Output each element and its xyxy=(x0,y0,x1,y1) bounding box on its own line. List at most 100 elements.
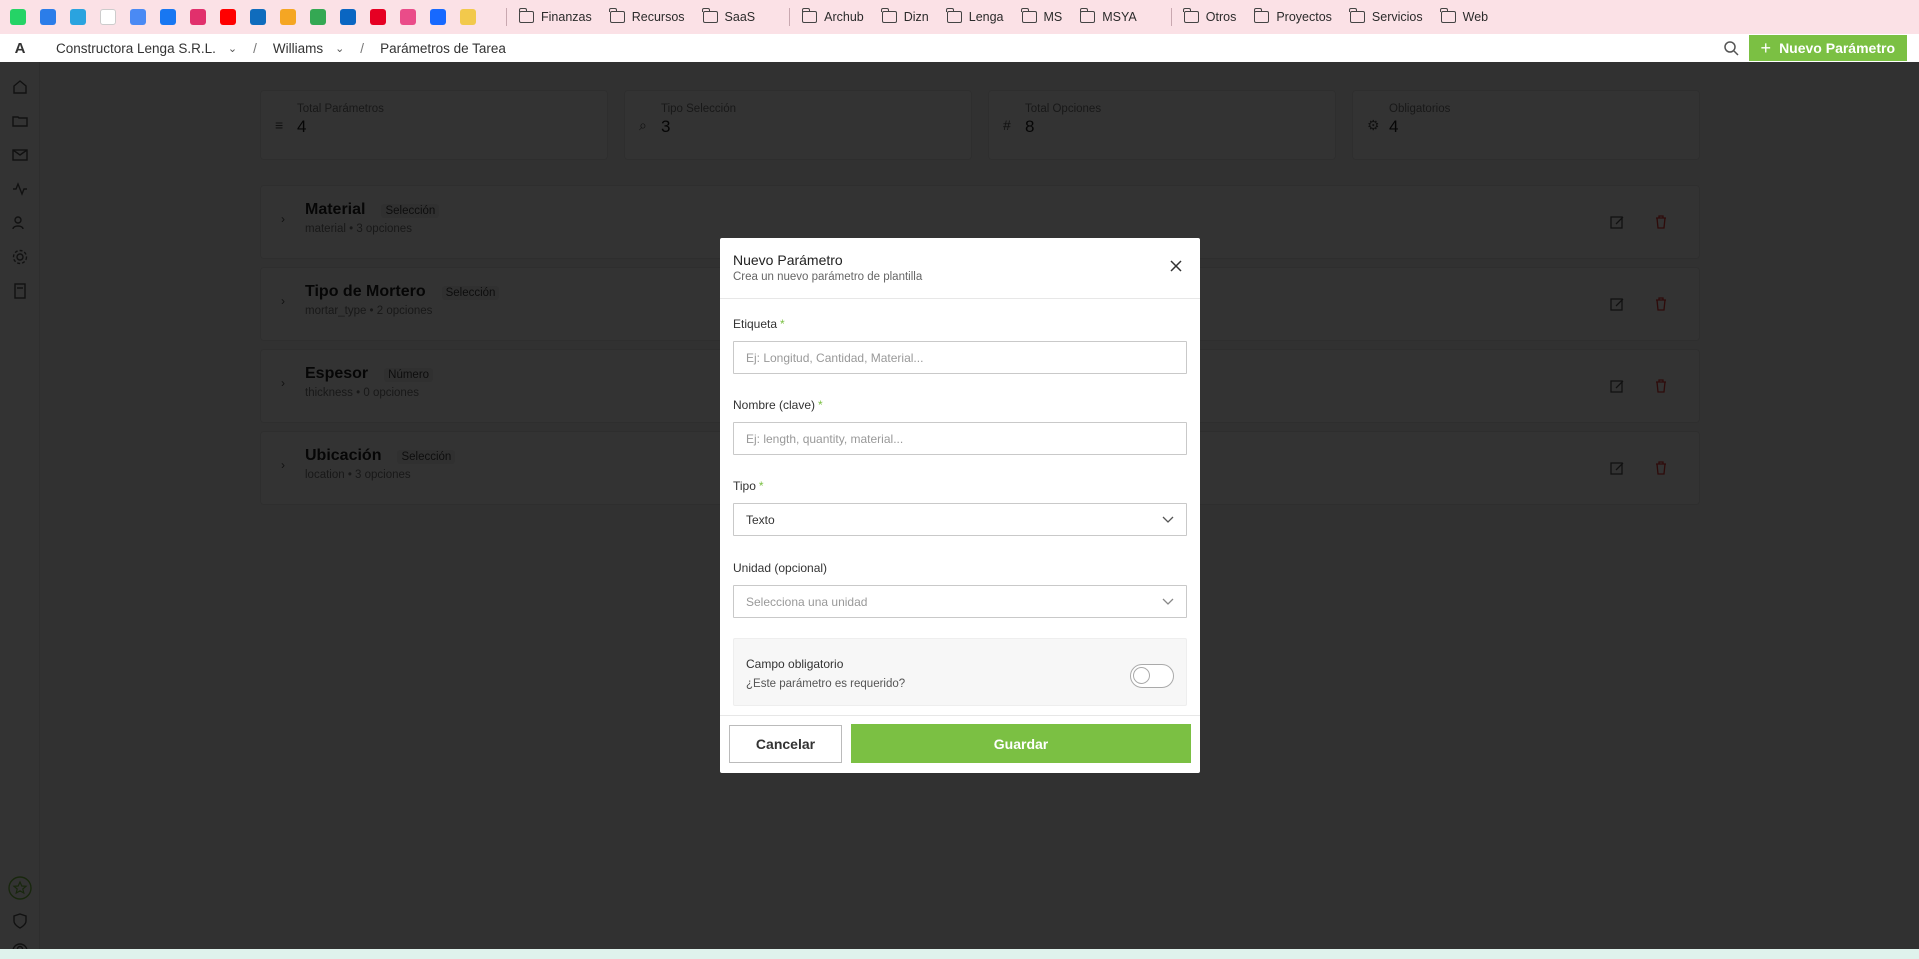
type-select[interactable]: Texto xyxy=(733,503,1187,536)
key-field: Nombre (clave) * Ej: length, quantity, ma… xyxy=(733,398,1187,455)
folder-icon xyxy=(881,8,897,23)
label-field-text: Etiqueta xyxy=(733,317,778,331)
telegram-icon[interactable] xyxy=(70,9,86,25)
plus-icon: + xyxy=(1760,37,1772,58)
required-toggle-subtitle: ¿Este parámetro es requerido? xyxy=(746,678,906,690)
taskbar-strip xyxy=(0,949,1919,959)
close-icon[interactable] xyxy=(1170,260,1182,272)
chevron-down-icon: ⌄ xyxy=(335,42,345,55)
breadcrumb-separator: / xyxy=(360,40,365,56)
breadcrumb-page: Parámetros de Tarea xyxy=(380,40,506,56)
dialog-title: Nuevo Parámetro xyxy=(733,252,843,268)
instagram-icon[interactable] xyxy=(190,9,206,25)
chevron-down-icon xyxy=(1162,598,1174,605)
facebook-icon[interactable] xyxy=(160,9,176,25)
breadcrumb-project[interactable]: Williams ⌄ xyxy=(273,41,344,56)
required-mark: * xyxy=(818,398,823,412)
youtube-icon[interactable] xyxy=(220,9,236,25)
bookmark-folder-group: Archub Dizn Lenga MS MSYA xyxy=(801,8,1155,24)
type-field: Tipo * Texto xyxy=(733,479,1187,536)
behance-icon[interactable] xyxy=(430,9,446,25)
breadcrumb-organization[interactable]: Constructora Lenga S.R.L. ⌄ xyxy=(56,41,237,56)
new-parameter-button[interactable]: + Nuevo Parámetro xyxy=(1748,35,1907,61)
bookmark-folder-label: Finanzas xyxy=(541,10,592,24)
bookmark-folder[interactable]: Proyectos xyxy=(1253,8,1332,24)
dialog-footer: Cancelar Guardar xyxy=(720,715,1200,773)
key-input[interactable]: Ej: length, quantity, material... xyxy=(733,422,1187,455)
unit-select-placeholder: Selecciona una unidad xyxy=(746,594,868,609)
bookmark-folder[interactable]: Archub xyxy=(801,8,864,24)
unit-field-label: Unidad (opcional) xyxy=(733,561,828,575)
bookmark-folder-label: Recursos xyxy=(631,10,685,24)
bookmark-folder-group: Otros Proyectos Servicios Web xyxy=(1183,8,1506,24)
bookmarks-bar: Finanzas Recursos SaaS Archub Dizn Lenga MS MS… xyxy=(0,0,1919,34)
food-app-icon[interactable] xyxy=(460,9,476,25)
bookmark-folder[interactable]: Recursos xyxy=(609,8,685,24)
key-field-text: Nombre (clave) xyxy=(733,398,816,412)
required-mark: * xyxy=(780,317,785,331)
folder-icon xyxy=(1349,8,1365,23)
google-icon[interactable] xyxy=(100,9,116,25)
bookmark-folder[interactable]: Otros xyxy=(1183,8,1237,24)
google-drive-icon[interactable] xyxy=(310,9,326,25)
folder-icon xyxy=(1253,8,1270,23)
bookmark-folder[interactable]: MS xyxy=(1021,8,1063,24)
bookmark-folder[interactable]: Web xyxy=(1440,8,1489,24)
bookmark-folder-label: MS xyxy=(1043,10,1063,24)
folder-icon xyxy=(946,8,962,23)
app-logo[interactable]: A xyxy=(0,40,40,57)
search-icon[interactable] xyxy=(1723,40,1739,56)
bookmark-folder-group: Finanzas Recursos SaaS xyxy=(518,8,773,24)
label-input[interactable]: Ej: Longitud, Cantidad, Material... xyxy=(733,341,1187,374)
bookmark-folder-label: Servicios xyxy=(1371,10,1423,24)
folder-icon xyxy=(702,8,718,23)
bookmark-folder-label: SaaS xyxy=(724,10,756,24)
tasks-icon[interactable] xyxy=(280,9,296,25)
bookmark-folder[interactable]: MSYA xyxy=(1079,8,1137,24)
unit-field: Unidad (opcional) Selecciona una unidad xyxy=(733,561,1187,618)
bookmark-folder[interactable]: Finanzas xyxy=(518,8,592,24)
save-button[interactable]: Guardar xyxy=(851,724,1191,763)
onedrive-icon[interactable] xyxy=(250,9,266,25)
bookmark-folder-label: Web xyxy=(1462,10,1489,24)
required-toggle-row: Campo obligatorio ¿Este parámetro es req… xyxy=(733,638,1187,706)
new-parameter-dialog: Nuevo Parámetro Crea un nuevo parámetro … xyxy=(720,238,1200,773)
cancel-button[interactable]: Cancelar xyxy=(729,725,842,763)
folder-icon xyxy=(1021,8,1037,23)
calendar-icon[interactable] xyxy=(130,9,146,25)
bookmark-folder-label: Otros xyxy=(1205,10,1237,24)
folder-icon xyxy=(609,8,625,23)
required-mark: * xyxy=(758,479,764,493)
bookmark-folder-label: Proyectos xyxy=(1276,10,1332,24)
required-toggle-title: Campo obligatorio xyxy=(746,657,844,671)
pinterest-icon[interactable] xyxy=(370,9,386,25)
whatsapp-icon[interactable] xyxy=(10,9,26,25)
folder-icon xyxy=(801,8,818,23)
toggle-knob xyxy=(1133,667,1150,684)
bookmark-folder[interactable]: Lenga xyxy=(946,8,1004,24)
bookmark-folder-label: Archub xyxy=(824,10,864,24)
bookmark-folder-label: Lenga xyxy=(968,10,1004,24)
breadcrumb-organization-label: Constructora Lenga S.R.L. xyxy=(56,40,216,56)
folder-icon xyxy=(1440,8,1456,23)
bookmark-separator xyxy=(506,8,507,26)
folder-icon xyxy=(1079,8,1096,23)
type-field-label: Tipo * xyxy=(733,479,1187,493)
required-toggle-switch[interactable] xyxy=(1130,664,1174,688)
linkedin-icon[interactable] xyxy=(340,9,356,25)
dribbble-icon[interactable] xyxy=(400,9,416,25)
bookmark-folder[interactable]: SaaS xyxy=(702,8,756,24)
folder-icon xyxy=(1183,8,1199,23)
label-field: Etiqueta * Ej: Longitud, Cantidad, Materi… xyxy=(733,317,1187,374)
chevron-down-icon: ⌄ xyxy=(227,42,238,55)
label-field-label: Etiqueta * xyxy=(733,317,1187,331)
dialog-header: Nuevo Parámetro Crea un nuevo parámetro … xyxy=(720,238,1200,299)
bookmark-folder[interactable]: Servicios xyxy=(1349,8,1423,24)
unit-select[interactable]: Selecciona una unidad xyxy=(733,585,1187,618)
bookmark-folder[interactable]: Dizn xyxy=(881,8,929,24)
bookmark-folder-label: MSYA xyxy=(1102,10,1137,24)
breadcrumb-project-label: Williams xyxy=(272,40,324,56)
chevron-down-icon xyxy=(1162,516,1174,523)
checkmark-app-icon[interactable] xyxy=(40,9,56,25)
type-field-text: Tipo xyxy=(733,479,756,493)
